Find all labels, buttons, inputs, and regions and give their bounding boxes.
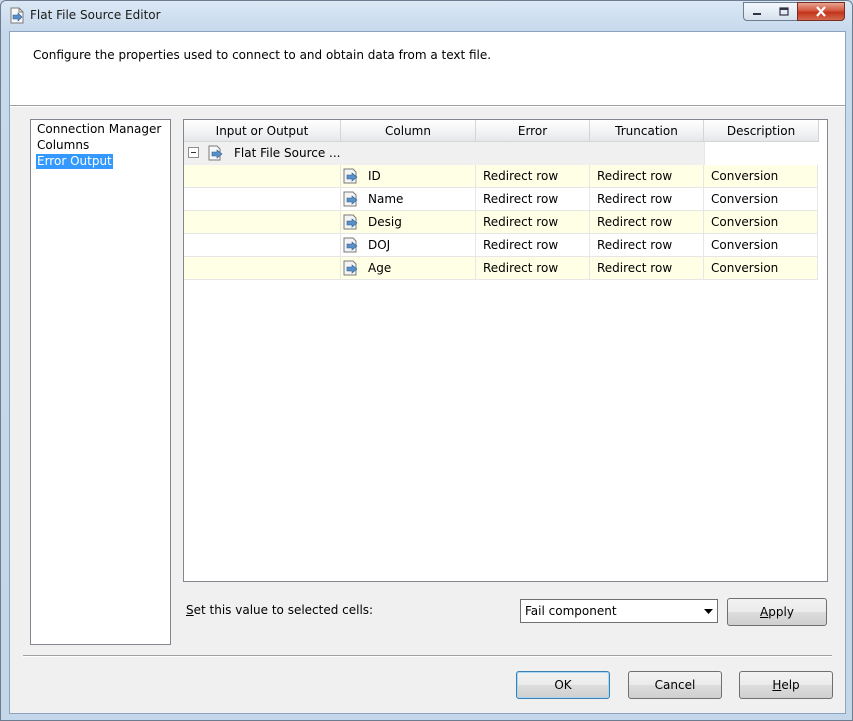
parent-cell: Flat File Source ...: [184, 142, 704, 165]
set-value-label-mnemonic: S: [186, 603, 194, 617]
cancel-button[interactable]: Cancel: [628, 671, 722, 699]
truncation-cell[interactable]: Redirect row: [590, 257, 704, 280]
flat-file-source-icon: [10, 7, 24, 24]
help-label: elp: [781, 678, 800, 692]
error-output-grid: Input or Output Column Error Truncation …: [183, 119, 828, 582]
set-value-dropdown[interactable]: Fail component: [520, 599, 718, 623]
title-bar[interactable]: Flat File Source Editor: [1, 1, 852, 31]
set-value-label: Set this value to selected cells:: [186, 603, 373, 617]
table-row[interactable]: Age Redirect row Redirect row Conversion: [184, 257, 818, 280]
header-column[interactable]: Column: [341, 120, 476, 142]
column-cell[interactable]: Desig: [341, 211, 476, 234]
column-cell[interactable]: Name: [341, 188, 476, 211]
description-cell: Conversion: [704, 234, 818, 257]
table-row[interactable]: ID Redirect row Redirect row Conversion: [184, 165, 818, 188]
column-name: Desig: [368, 215, 402, 229]
description-cell: Conversion: [704, 165, 818, 188]
header-divider: [10, 105, 845, 107]
truncation-cell[interactable]: Redirect row: [590, 211, 704, 234]
column-icon: [343, 260, 358, 276]
minimize-button[interactable]: [743, 2, 771, 21]
description-cell: Conversion: [704, 211, 818, 234]
apply-button[interactable]: Apply: [727, 598, 827, 626]
window-title: Flat File Source Editor: [30, 8, 161, 22]
set-value-selected: Fail component: [525, 604, 617, 618]
header-truncation[interactable]: Truncation: [590, 120, 704, 142]
error-cell[interactable]: Redirect row: [476, 188, 590, 211]
description-cell: Conversion: [704, 257, 818, 280]
error-cell[interactable]: Redirect row: [476, 257, 590, 280]
truncation-cell[interactable]: Redirect row: [590, 165, 704, 188]
close-button[interactable]: [797, 2, 845, 21]
truncation-cell[interactable]: Redirect row: [590, 188, 704, 211]
close-icon: [816, 6, 826, 17]
column-icon: [343, 168, 358, 184]
input-output-cell: [184, 211, 341, 234]
minimize-icon: [753, 12, 761, 15]
table-row[interactable]: DOJ Redirect row Redirect row Conversion: [184, 234, 818, 257]
error-cell[interactable]: Redirect row: [476, 234, 590, 257]
parent-row[interactable]: Flat File Source ...: [184, 142, 818, 165]
column-icon: [343, 214, 358, 230]
input-output-cell: [184, 165, 341, 188]
nav-item-connection-manager[interactable]: Connection Manager: [36, 122, 162, 137]
error-cell[interactable]: Redirect row: [476, 165, 590, 188]
dialog-body: Configure the properties used to connect…: [9, 31, 846, 714]
error-cell[interactable]: Redirect row: [476, 211, 590, 234]
column-cell[interactable]: DOJ: [341, 234, 476, 257]
input-output-cell: [184, 257, 341, 280]
page-navigation-list: Connection Manager Columns Error Output: [30, 119, 171, 645]
maximize-button[interactable]: [770, 2, 798, 21]
maximize-icon: [778, 7, 789, 16]
flat-file-source-icon: [208, 145, 223, 161]
header-panel: Configure the properties used to connect…: [10, 32, 845, 105]
truncation-cell[interactable]: Redirect row: [590, 234, 704, 257]
editor-window: Flat File Source Editor Configure the pr…: [0, 0, 853, 721]
table-row[interactable]: Desig Redirect row Redirect row Conversi…: [184, 211, 818, 234]
header-description: Configure the properties used to connect…: [33, 48, 492, 62]
column-name: DOJ: [368, 238, 391, 252]
column-name: Age: [368, 261, 392, 275]
nav-item-columns[interactable]: Columns: [36, 138, 90, 153]
description-cell: Conversion: [704, 188, 818, 211]
dropdown-arrow-icon[interactable]: [700, 600, 717, 622]
column-icon: [343, 237, 358, 253]
apply-label: pply: [768, 605, 794, 619]
column-icon: [343, 191, 358, 207]
parent-description-cell[interactable]: [704, 142, 818, 165]
ok-button[interactable]: OK: [516, 671, 610, 699]
input-output-cell: [184, 234, 341, 257]
nav-item-error-output[interactable]: Error Output: [36, 154, 113, 169]
parent-label: Flat File Source ...: [234, 146, 341, 160]
column-name: ID: [368, 169, 381, 183]
collapse-icon[interactable]: [188, 147, 199, 158]
set-value-label-text: et this value to selected cells:: [193, 603, 374, 617]
footer-divider: [23, 655, 832, 657]
header-error[interactable]: Error: [476, 120, 590, 142]
help-button[interactable]: Help: [739, 671, 833, 699]
column-cell[interactable]: ID: [341, 165, 476, 188]
grid-header: Input or Output Column Error Truncation …: [184, 120, 819, 142]
help-mnemonic: H: [772, 678, 782, 692]
header-description[interactable]: Description: [704, 120, 819, 142]
column-cell[interactable]: Age: [341, 257, 476, 280]
input-output-cell: [184, 188, 341, 211]
header-input-or-output[interactable]: Input or Output: [184, 120, 341, 142]
column-name: Name: [368, 192, 404, 206]
table-row[interactable]: Name Redirect row Redirect row Conversio…: [184, 188, 818, 211]
